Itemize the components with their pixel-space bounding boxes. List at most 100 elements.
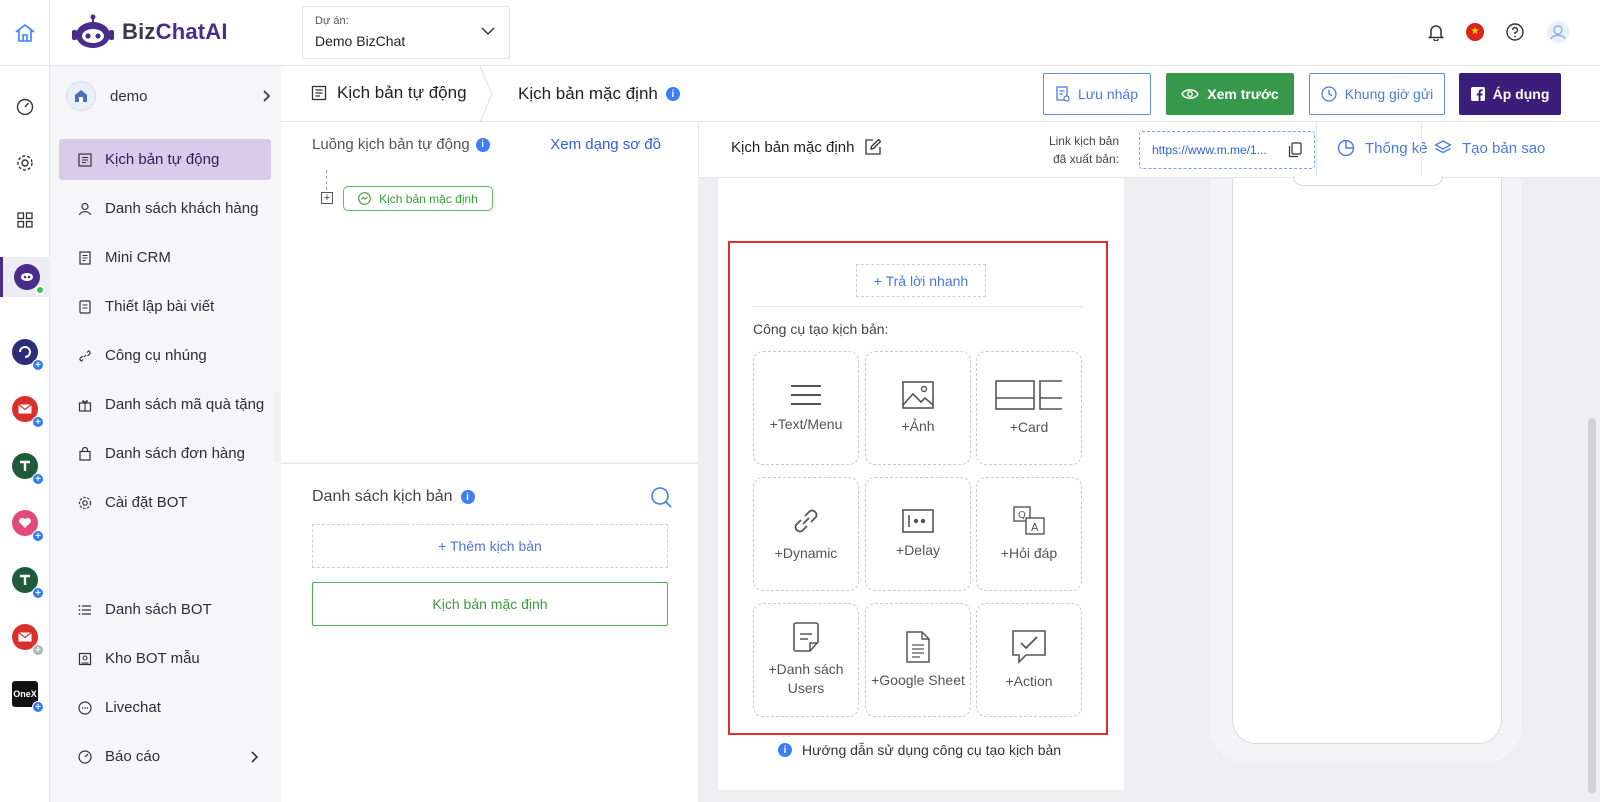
sidebar-item-cai-dat-bot[interactable]: Cài đặt BOT — [59, 482, 271, 523]
tool-image[interactable]: +Ảnh — [865, 351, 971, 465]
apply-button[interactable]: Áp dụng — [1459, 73, 1561, 115]
add-app-icon[interactable]: + — [32, 530, 44, 542]
tool-label: +Action — [1005, 672, 1053, 689]
stats-button[interactable]: Thống kê — [1317, 139, 1428, 157]
gift-icon — [77, 397, 93, 413]
view-diagram-link[interactable]: Xem dạng sơ đồ — [550, 136, 661, 153]
robot-logo-icon — [72, 14, 114, 50]
sidebar-item-cong-cu-nhung[interactable]: Công cụ nhúng — [59, 335, 271, 376]
edit-icon[interactable] — [864, 138, 882, 156]
duplicate-button[interactable]: Tạo bản sao — [1434, 139, 1545, 157]
editor-canvas: + Trả lời nhanh Công cụ tạo kịch bản: +T… — [698, 176, 1600, 802]
flow-node-label: Kịch bản mặc định — [379, 191, 478, 206]
app-t2-icon: + — [12, 567, 44, 599]
rail-settings[interactable] — [0, 143, 50, 183]
sidebar-item-mini-crm[interactable]: Mini CRM — [59, 237, 271, 278]
project-value: Demo BizChat — [315, 33, 406, 49]
chevron-right-icon — [263, 90, 271, 102]
bell-icon[interactable] — [1428, 23, 1444, 41]
sidebar-item-kho-bot-mau[interactable]: Kho BOT mẫu — [59, 638, 271, 679]
tool-label: +Card — [1009, 418, 1049, 435]
add-app-icon[interactable]: + — [32, 587, 44, 599]
logo-text: BizChatAI — [122, 19, 228, 44]
published-link-field[interactable]: https://www.m.me/1... — [1139, 131, 1315, 169]
rail-app-onex[interactable]: OneX + — [0, 674, 50, 714]
search-icon[interactable] — [650, 486, 672, 508]
add-app-icon[interactable]: + — [32, 473, 44, 485]
script-card: + Trả lời nhanh Công cụ tạo kịch bản: +T… — [718, 178, 1124, 790]
bot-avatar — [66, 81, 96, 111]
canvas-scrollbar[interactable] — [1588, 418, 1596, 794]
editor-header: Kịch bản mặc định Link kịch bản đã xuất … — [698, 122, 1600, 178]
tool-label: +Text/Menu — [769, 415, 843, 432]
vietnam-flag-icon[interactable]: ★ — [1466, 23, 1484, 41]
save-draft-button[interactable]: Lưu nháp — [1043, 73, 1151, 115]
expand-node-button[interactable]: + — [321, 192, 333, 204]
sidebar-item-label: Livechat — [105, 699, 161, 716]
add-app-icon[interactable]: + — [32, 701, 44, 713]
schedule-button[interactable]: Khung giờ gửi — [1309, 73, 1445, 115]
rail-bizchat[interactable] — [0, 257, 50, 297]
sidebar-item-bao-cao[interactable]: Báo cáo — [59, 736, 271, 777]
tool-google-sheet[interactable]: +Google Sheet — [865, 603, 971, 717]
bizchat-logo[interactable]: BizChatAI — [72, 12, 228, 52]
rail-dashboard[interactable] — [0, 86, 50, 126]
chevron-down-icon — [481, 27, 495, 36]
info-icon[interactable]: i — [475, 137, 490, 152]
rail-app-t[interactable]: + — [0, 446, 50, 486]
add-script-button[interactable]: + Thêm kịch bản — [312, 524, 668, 568]
editor-title-label: Kịch bản mặc định — [731, 138, 855, 156]
tool-user-list[interactable]: +Danh sách Users — [753, 603, 859, 717]
divider — [1421, 122, 1422, 178]
preview-button[interactable]: Xem trước — [1166, 73, 1294, 115]
top-header: BizChatAI Dự án: Demo BizChat ★ — [0, 0, 1600, 66]
crm-icon — [77, 250, 93, 266]
sidebar-item-danh-sach-don-hang[interactable]: Danh sách đơn hàng — [59, 433, 271, 474]
script-icon — [311, 85, 327, 101]
sidebar-item-thiet-lap-bai-viet[interactable]: Thiết lập bài viết — [59, 286, 271, 327]
tool-delay[interactable]: +Delay — [865, 477, 971, 591]
rail-app-t2[interactable]: + — [0, 560, 50, 600]
user-avatar-icon[interactable] — [1546, 20, 1570, 44]
project-selector[interactable]: Dự án: Demo BizChat — [302, 6, 510, 59]
tools-guide-link[interactable]: i Hướng dẫn sử dụng công cụ tạo kịch bản — [778, 742, 1061, 758]
add-app-icon[interactable]: + — [32, 644, 44, 656]
tool-text-menu[interactable]: +Text/Menu — [753, 351, 859, 465]
flow-node-default[interactable]: Kịch bản mặc định — [343, 186, 493, 211]
rail-app-heart[interactable]: + — [0, 503, 50, 543]
help-icon[interactable] — [1506, 23, 1524, 41]
add-app-icon[interactable]: + — [32, 416, 44, 428]
sidebar-item-livechat[interactable]: Livechat — [59, 687, 271, 728]
tool-action[interactable]: +Action — [976, 603, 1082, 717]
phone-preview — [1210, 176, 1522, 762]
svg-text:A: A — [1031, 521, 1039, 534]
app-mail2-icon: + — [12, 624, 44, 656]
sidebar-item-danh-sach-ma-qua-tang[interactable]: Danh sách mã quà tặng — [59, 384, 271, 425]
rail-app-mail2[interactable]: + — [0, 617, 50, 657]
sidebar-item-danh-sach-khach-hang[interactable]: Danh sách khách hàng — [59, 188, 271, 229]
app-mail-icon: + — [12, 396, 44, 428]
layers-icon — [1434, 139, 1452, 157]
tool-qa[interactable]: QA +Hỏi đáp — [976, 477, 1082, 591]
sidebar-item-label: Danh sách đơn hàng — [105, 445, 245, 462]
script-list-item-default[interactable]: Kịch bản mặc định — [312, 582, 668, 626]
add-app-icon[interactable]: + — [32, 359, 44, 371]
sidebar-item-danh-sach-bot[interactable]: Danh sách BOT — [59, 589, 271, 630]
rail-app-1[interactable]: + — [0, 332, 50, 372]
rail-apps[interactable] — [0, 200, 50, 240]
rail-app-mail[interactable]: + — [0, 389, 50, 429]
quick-reply-button[interactable]: + Trả lời nhanh — [856, 264, 986, 297]
tool-card[interactable]: +Card — [976, 351, 1082, 465]
tool-dynamic[interactable]: +Dynamic — [753, 477, 859, 591]
save-draft-label: Lưu nháp — [1078, 86, 1138, 102]
breadcrumb-item-kich-ban-tu-dong[interactable]: Kịch bản tự động — [311, 83, 467, 103]
facebook-icon — [1470, 87, 1485, 101]
sidebar-item-kich-ban-tu-dong[interactable]: Kịch bản tự động — [59, 139, 271, 180]
flow-panel: Luồng kịch bản tự động i Xem dạng sơ đồ … — [281, 122, 698, 462]
info-icon[interactable]: i — [665, 87, 680, 101]
home-button[interactable] — [0, 0, 50, 66]
copy-icon[interactable] — [1288, 142, 1302, 158]
bot-selector[interactable]: demo — [66, 80, 271, 112]
info-icon[interactable]: i — [460, 490, 475, 504]
list-icon — [77, 602, 93, 618]
